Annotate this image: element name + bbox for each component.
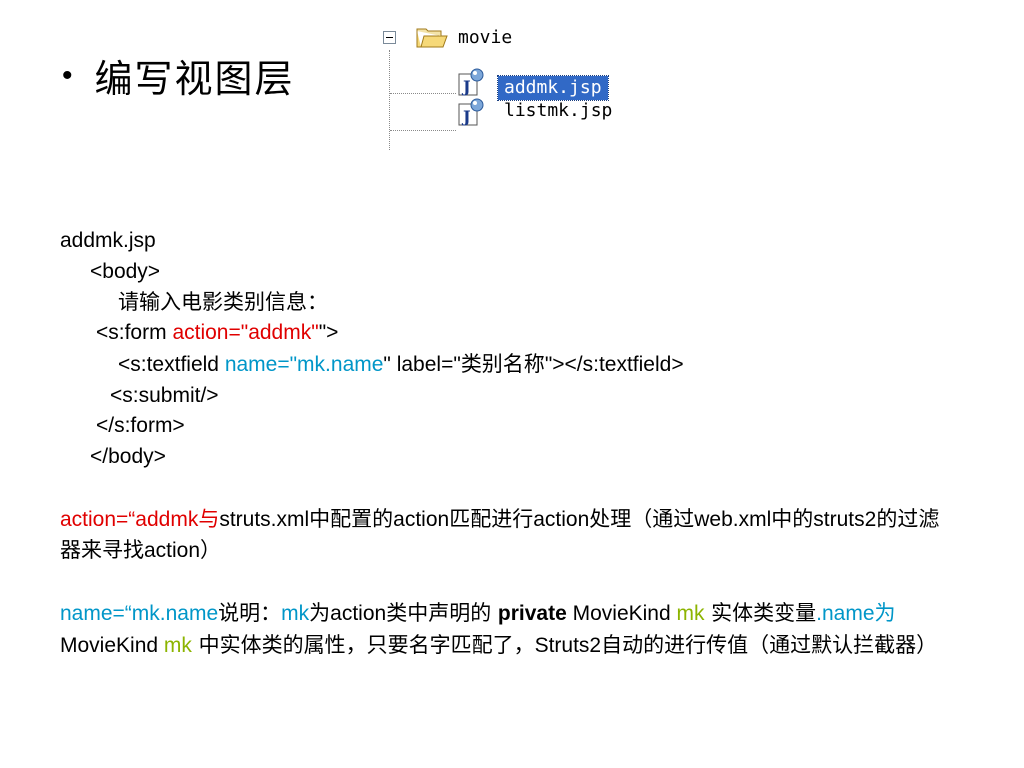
code-name-attr: name="mk.name	[224, 352, 384, 376]
tree-file-listmk[interactable]: listmk.jsp	[498, 99, 618, 123]
note-name: name=“mk.name说明：mk为action类中声明的 private M…	[60, 598, 960, 661]
slide-heading: • 编写视图层	[62, 48, 295, 103]
note-text: 与	[198, 506, 220, 531]
tree-file-addmk[interactable]: addmk.jsp	[497, 75, 609, 101]
note-text: 说明：	[218, 601, 282, 626]
jsp-file-icon: J	[458, 68, 484, 96]
file-tree: movie J addmk.jsp J listmk.jsp	[378, 18, 638, 150]
note-text: MovieKind	[566, 602, 677, 626]
note-text: action	[533, 507, 590, 531]
tree-guide-line	[389, 50, 390, 150]
note-text: 中的	[771, 506, 814, 531]
tree-branch-line	[390, 93, 456, 94]
code-label-text: 类别名称	[460, 351, 545, 376]
code-body-close: </body>	[90, 444, 166, 468]
code-text: <s:textfield	[118, 352, 225, 376]
note-text: 中配置的	[309, 506, 394, 531]
note-text: web.xml	[694, 507, 772, 531]
note-text: 实体类变量	[704, 601, 817, 626]
code-submit: <s:submit/>	[110, 383, 219, 407]
collapse-icon[interactable]	[383, 31, 396, 44]
code-textfield: <s:textfield name="mk.name" label="类别名称"…	[60, 349, 960, 381]
note-text: 中实体类的属性，只要名字匹配了，	[191, 632, 535, 657]
code-form-close: </s:form>	[96, 414, 185, 438]
note-text: ）	[200, 538, 222, 563]
note-text: action	[393, 507, 450, 531]
code-body-open: <body>	[90, 259, 161, 283]
note-text: struts2	[813, 507, 877, 531]
note-text: MovieKind	[60, 633, 164, 657]
code-prompt: 请输入电影类别信息：	[118, 290, 328, 315]
note-text: name=“mk.name	[60, 602, 219, 626]
tree-folder-movie[interactable]: movie	[458, 26, 512, 50]
svg-text:J: J	[461, 107, 471, 126]
note-text: .name	[816, 602, 875, 626]
code-action-attr: action="addmk"	[172, 321, 319, 345]
open-folder-icon	[416, 28, 448, 48]
note-text: struts.xml	[219, 507, 310, 531]
svg-text:J: J	[461, 77, 471, 96]
note-text: mk	[281, 602, 310, 626]
slide-body: addmk.jsp <body> 请输入电影类别信息： <s:form acti…	[60, 226, 960, 661]
note-text: 匹配进行	[449, 506, 534, 531]
code-text: ">	[318, 321, 339, 345]
note-text: action	[330, 602, 387, 626]
note-text: action=“addmk	[60, 507, 199, 531]
code-text: <s:form	[96, 321, 173, 345]
note-text: 为	[309, 601, 331, 626]
code-form-open: <s:form action="addmk"">	[60, 318, 960, 349]
note-text: mk	[676, 602, 705, 626]
note-text: Struts2	[534, 633, 602, 657]
jsp-file-icon: J	[458, 98, 484, 126]
note-keyword-private: private	[497, 602, 567, 626]
slide-title: 编写视图层	[94, 57, 295, 101]
note-text: mk	[163, 633, 192, 657]
tree-branch-line	[390, 130, 456, 131]
note-text: 类中声明的	[386, 601, 498, 626]
note-text: 自动的进行传值（通过默认拦截器）	[601, 632, 938, 657]
note-action: action=“addmk与struts.xml中配置的action匹配进行ac…	[60, 504, 960, 567]
note-text: 处理（通过	[589, 506, 695, 531]
code-filename: addmk.jsp	[60, 229, 156, 252]
note-text: 为	[874, 601, 896, 626]
code-text: "></s:textfield>	[544, 352, 684, 376]
note-text: action	[144, 539, 201, 563]
code-text: " label="	[383, 352, 461, 376]
bullet-marker: •	[62, 58, 73, 92]
